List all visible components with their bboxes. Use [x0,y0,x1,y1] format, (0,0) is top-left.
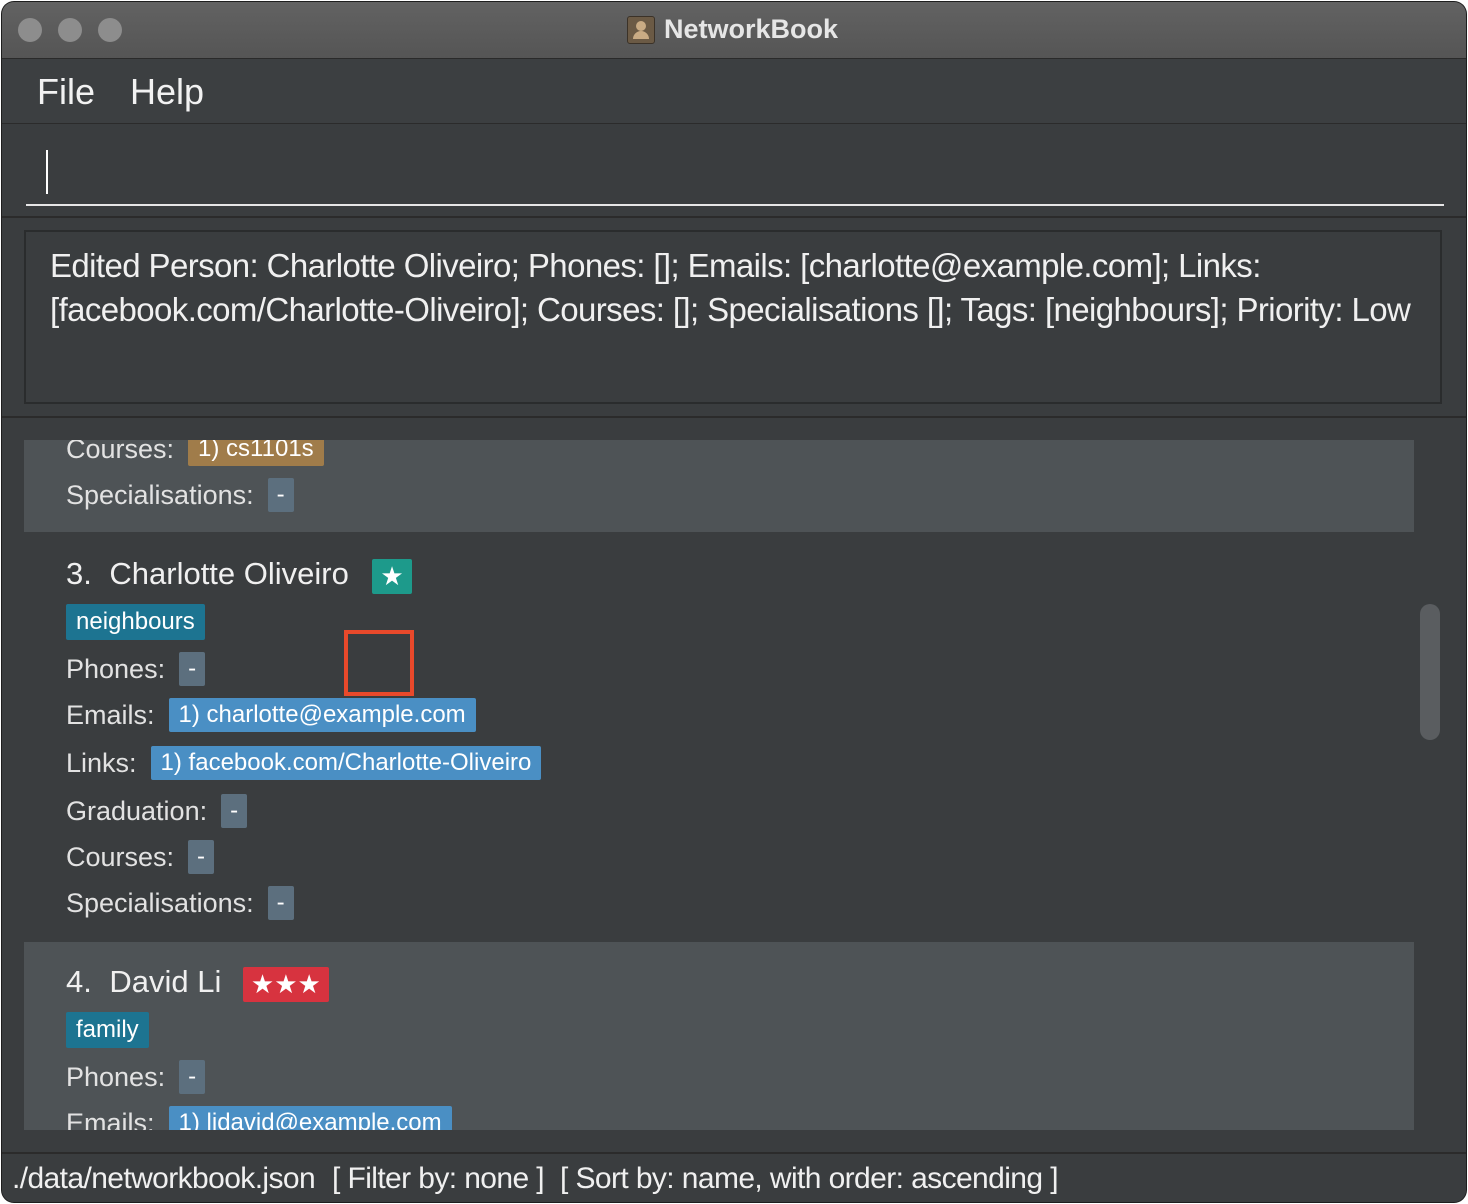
priority-stars-icon: ★★★ [242,967,329,1003]
status-bar: ./data/networkbook.json [ Filter by: non… [2,1152,1466,1202]
links-label: Links: [66,747,137,778]
person-name: Charlotte Oliveiro [109,556,349,591]
specialisations-label: Specialisations: [66,479,254,510]
emails-label: Emails: [66,1107,155,1131]
text-caret [46,150,48,194]
phones-value: - [179,1060,206,1094]
close-window-button[interactable] [18,18,42,42]
person-index: 3. [66,556,92,591]
zoom-window-button[interactable] [98,18,122,42]
person-index: 4. [66,964,92,999]
specialisations-label: Specialisations: [66,887,254,918]
status-filter: [ Filter by: none ] [332,1162,545,1195]
email-chip[interactable]: 1) lidavid@example.com [168,1106,452,1130]
tag-chip: family [66,1012,149,1048]
window-title: NetworkBook [664,14,839,44]
course-chip: 1) cs1101s [188,440,324,466]
app-window: NetworkBook File Help Edited Person: Cha… [2,2,1466,1202]
person-card[interactable]: Courses: 1) cs1101s Specialisations: - [24,440,1414,532]
email-chip[interactable]: 1) charlotte@example.com [168,698,476,732]
menu-help[interactable]: Help [130,71,204,113]
person-card-charlotte[interactable]: 3. Charlotte Oliveiro ★ neighbours Phone… [24,532,1414,942]
graduation-value: - [221,794,248,828]
priority-star-icon: ★ [372,559,412,595]
command-input[interactable] [26,138,1444,206]
menu-file[interactable]: File [37,71,95,113]
tag-chip: neighbours [66,604,205,640]
graduation-label: Graduation: [66,795,208,826]
divider [2,216,1466,218]
address-book-icon [627,16,655,44]
annotation-highlight-box [344,630,414,696]
link-chip[interactable]: 1) facebook.com/Charlotte-Oliveiro [150,746,542,780]
courses-value: - [188,840,215,874]
person-card-david[interactable]: 4. David Li ★★★ family Phones: - Emails: 1… [24,942,1414,1130]
result-display: Edited Person: Charlotte Oliveiro; Phone… [24,230,1442,404]
menu-bar: File Help [2,59,1466,124]
phones-label: Phones: [66,1061,166,1092]
divider [2,416,1466,418]
specialisations-value: - [267,886,294,920]
courses-label: Courses: [66,841,175,872]
status-sort: [ Sort by: name, with order: ascending ] [560,1162,1059,1195]
phones-value: - [179,652,206,686]
status-file-path: ./data/networkbook.json [12,1162,316,1195]
command-box [2,124,1466,216]
courses-label: Courses: [66,440,175,464]
person-list[interactable]: Courses: 1) cs1101s Specialisations: - 3. … [24,440,1414,1130]
list-scrollbar[interactable] [1420,604,1440,740]
emails-label: Emails: [66,699,155,730]
specialisations-value: - [267,478,294,512]
person-name: David Li [109,964,222,999]
phones-label: Phones: [66,653,166,684]
minimize-window-button[interactable] [58,18,82,42]
title-bar: NetworkBook [2,2,1466,59]
result-message: Edited Person: Charlotte Oliveiro; Phone… [50,247,1411,328]
